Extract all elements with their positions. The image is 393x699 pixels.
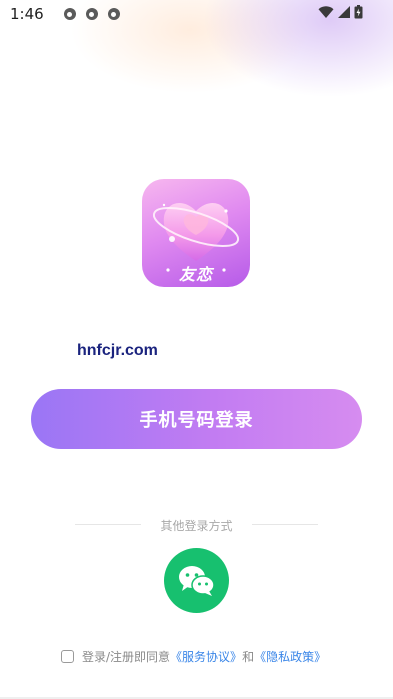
- privacy-policy-link[interactable]: 《隐私政策》: [254, 648, 326, 665]
- phone-login-button[interactable]: 手机号码登录: [31, 389, 362, 449]
- status-time: 1:46: [10, 5, 44, 23]
- battery-icon: [354, 5, 363, 19]
- agreement-conjunction: 和: [242, 650, 255, 664]
- signal-icon: [338, 6, 350, 18]
- service-agreement-link[interactable]: 《服务协议》: [170, 648, 242, 665]
- divider-right: [252, 524, 318, 525]
- agreement-row: 登录/注册即同意 《服务协议》 和 《隐私政策》: [61, 648, 326, 665]
- app-notification-icon: [63, 8, 76, 20]
- status-bar: 1:46: [0, 0, 393, 28]
- app-logo: 友恋: [142, 179, 250, 287]
- other-login-methods-label: 其他登录方式: [160, 519, 233, 533]
- watermark-text: hnfcjr.com: [77, 342, 158, 359]
- system-status-icons: [318, 5, 363, 19]
- wifi-icon: [318, 5, 334, 18]
- wechat-login-button[interactable]: [164, 548, 229, 613]
- agreement-checkbox[interactable]: [61, 650, 74, 663]
- agreement-prefix: 登录/注册即同意: [82, 650, 171, 664]
- app-notification-icon: [107, 8, 120, 20]
- wechat-icon: [178, 565, 215, 596]
- app-notification-icon: [85, 8, 98, 20]
- logo-text: 友恋: [178, 265, 213, 284]
